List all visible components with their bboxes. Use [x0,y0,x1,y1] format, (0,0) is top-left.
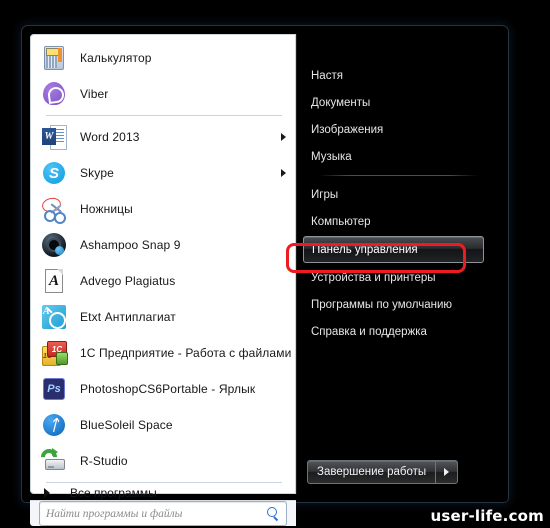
photoshop-icon: Ps [41,376,67,402]
right-panel-item-label: Панель управления [312,243,418,256]
right-panel-item-label: Устройства и принтеры [311,271,436,284]
calculator-icon [41,45,67,71]
right-panel-item[interactable]: Справка и поддержка [297,318,492,345]
right-panel-item[interactable]: Изображения [297,116,492,143]
program-item[interactable]: Viber [30,76,296,112]
shutdown-label: Завершение работы [317,466,427,478]
program-item[interactable]: Ashampoo Snap 9 [30,227,296,263]
right-panel-item-label: Игры [311,188,339,201]
program-item[interactable]: ᛏ BlueSoleil Space [30,407,296,443]
scissors-icon [40,196,67,224]
right-panel-item[interactable]: Игры [297,181,492,208]
right-panel-item[interactable]: Настя [297,62,492,89]
right-panel-spacer [297,345,492,460]
shutdown-row: Завершение работы [297,460,492,494]
search-area: Найти программы и файлы [30,500,296,526]
1c-enterprise-icon: 1C1C [41,340,68,366]
word-icon: W [41,124,67,150]
submenu-arrow-icon [281,169,286,177]
program-item[interactable]: S Skype [30,155,296,191]
start-menu: Калькулятор Viber W Word 2013 S Skype Ножницы A… [22,26,508,526]
right-panel-item[interactable]: Программы по умолчанию [297,291,492,318]
program-item[interactable]: Ps PhotoshopCS6Portable - Ярлык [30,371,296,407]
program-item-label: Etxt Антиплагиат [80,310,176,324]
program-item[interactable]: R-Studio [30,443,296,479]
right-panel-item-label: Настя [311,69,343,82]
right-panel-item-label: Программы по умолчанию [311,298,453,311]
r-studio-icon [37,445,67,474]
program-item[interactable]: Калькулятор [30,40,296,76]
advego-plagiatus-icon: A [41,268,67,294]
program-item-label: Viber [80,87,109,101]
program-item-label: Skype [80,166,114,180]
chevron-right-icon [44,488,50,498]
right-panel-items: Настя Документы Изображения Музыка Игры Компь… [297,62,492,345]
viber-icon [41,81,67,107]
program-item-label: 1С Предприятие - Работа с файлами [80,346,292,360]
search-placeholder: Найти программы и файлы [46,507,183,520]
program-item-label: R-Studio [80,454,128,468]
right-panel-item-label: Документы [311,96,371,109]
program-item-label: Word 2013 [80,130,140,144]
right-panel-item-label: Компьютер [311,215,371,228]
program-item-label: Ashampoo Snap 9 [80,238,181,252]
program-item[interactable]: A Etxt Антиплагиат [30,299,296,335]
program-item-label: PhotoshopCS6Portable - Ярлык [80,382,256,396]
right-panel-item[interactable]: Устройства и принтеры [297,264,492,291]
program-item[interactable]: W Word 2013 [30,119,296,155]
submenu-arrow-icon [281,133,286,141]
program-item[interactable]: A Advego Plagiatus [30,263,296,299]
right-panel-item[interactable]: Музыка [297,143,492,170]
program-item[interactable]: 1C1C 1С Предприятие - Работа с файлами [30,335,296,371]
right-panel-item-label: Музыка [311,150,352,163]
ashampoo-snap-icon [41,232,67,258]
chevron-right-icon [444,468,450,476]
shutdown-button[interactable]: Завершение работы [307,460,436,484]
all-programs-button[interactable]: Все программы [30,486,296,500]
separator [46,115,282,116]
etxt-antiplagiat-icon: A [41,304,67,330]
shutdown-options-button[interactable] [435,460,459,484]
program-item-label: Калькулятор [80,51,152,65]
program-item-label: Advego Plagiatus [80,274,176,288]
right-panel-item-label: Справка и поддержка [311,325,427,338]
program-item-label: Ножницы [80,202,133,216]
right-panel-item[interactable]: Документы [297,89,492,116]
skype-icon: S [41,160,67,186]
all-programs-label: Все программы [70,486,157,500]
separator [319,175,478,176]
right-panel-item-label: Изображения [311,123,384,136]
start-menu-right-panel: Настя Документы Изображения Музыка Игры Компь… [296,34,492,494]
right-panel-item[interactable]: Панель управления [303,236,484,263]
watermark: user-life.com [430,507,544,525]
pinned-programs-list: Калькулятор Viber W Word 2013 S Skype Ножницы A… [30,34,296,486]
right-panel-item[interactable]: Компьютер [297,208,492,235]
start-menu-left-panel: Калькулятор Viber W Word 2013 S Skype Ножницы A… [30,34,296,526]
program-item[interactable]: Ножницы [30,191,296,227]
search-magnifier-icon [266,506,280,521]
search-input[interactable]: Найти программы и файлы [39,501,287,526]
bluetooth-icon: ᛏ [41,412,67,438]
separator [46,482,282,483]
program-item-label: BlueSoleil Space [80,418,173,432]
